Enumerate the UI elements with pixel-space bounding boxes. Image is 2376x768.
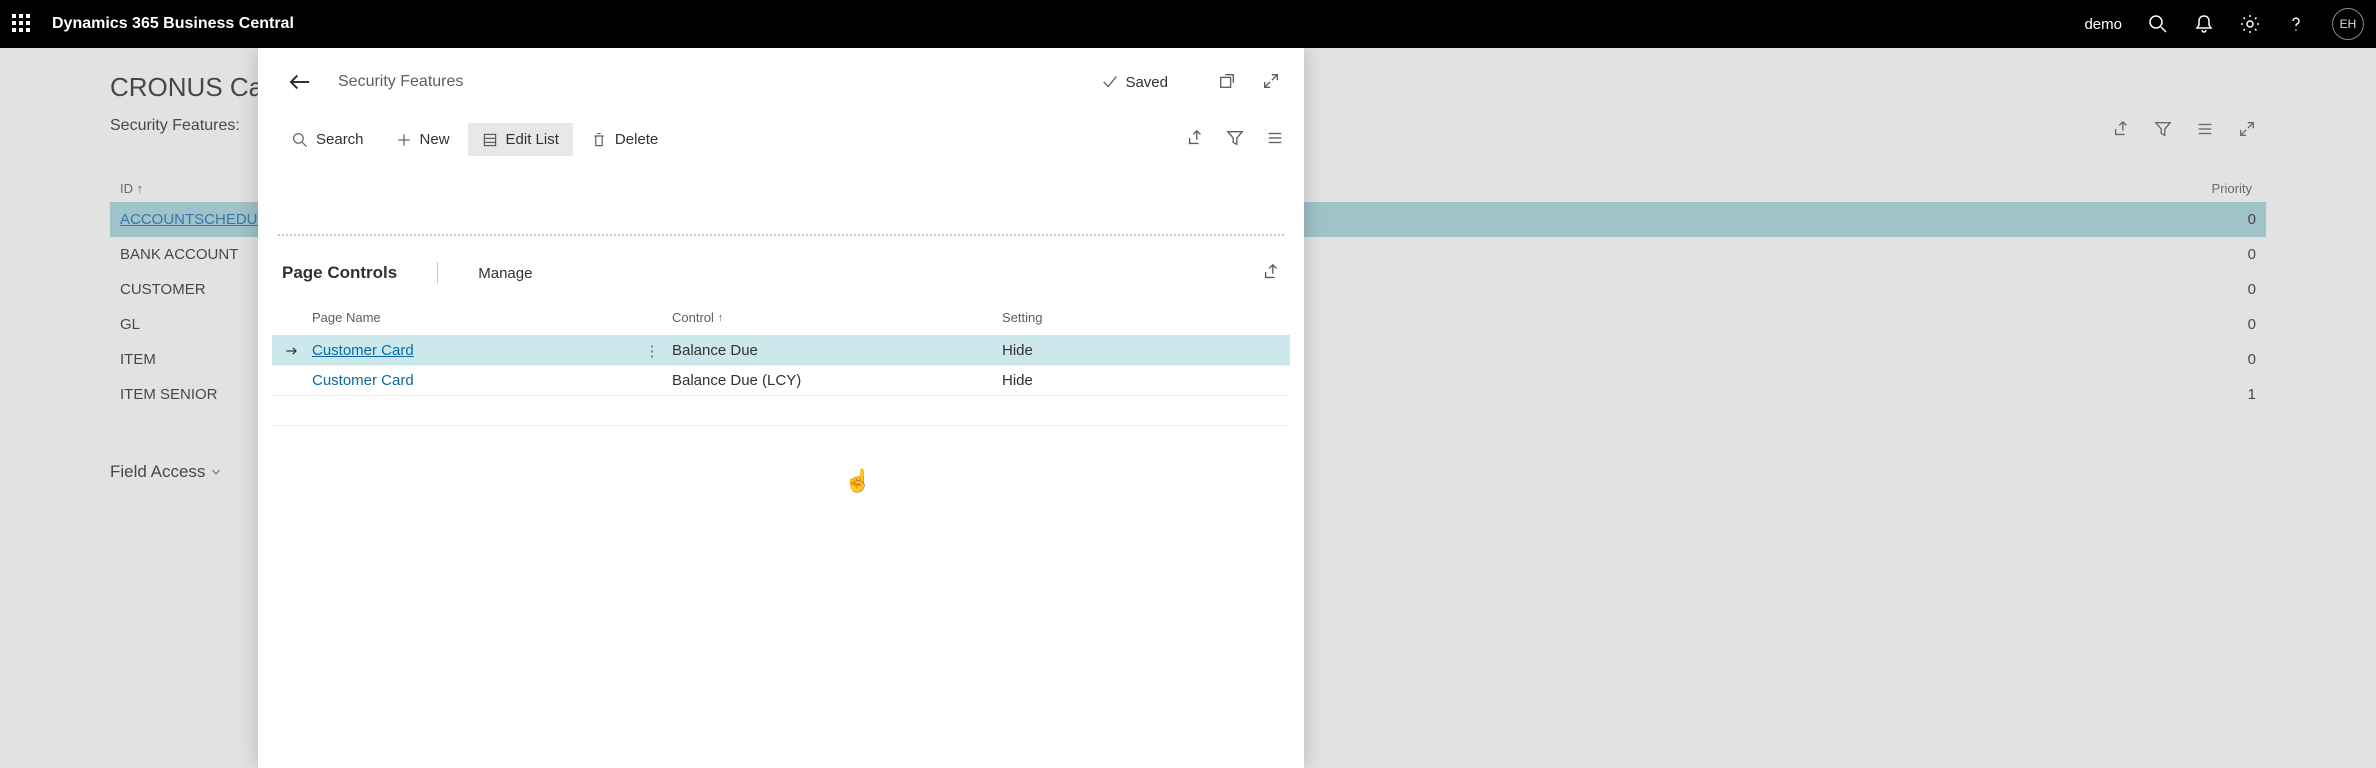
background-toolbar	[2112, 120, 2256, 141]
table-row[interactable]: Customer Card Balance Due (LCY) Hide	[272, 366, 1290, 396]
control-value: Balance Due (LCY)	[672, 372, 1002, 389]
notifications-icon[interactable]	[2194, 14, 2214, 34]
section-header: Page Controls Manage	[258, 262, 1304, 284]
page-name-link[interactable]: Customer Card	[312, 372, 632, 389]
open-new-window-icon[interactable]	[1218, 72, 1236, 93]
table-row[interactable]	[272, 396, 1290, 426]
maximize-icon[interactable]	[1262, 72, 1280, 93]
section-title: Page Controls	[282, 263, 397, 283]
share-icon[interactable]	[2112, 120, 2130, 141]
table-row[interactable]: Customer Card ⋮ Balance Due Hide	[272, 336, 1290, 366]
col-control[interactable]: Control ↑	[672, 310, 1002, 325]
edit-list-button[interactable]: Edit List	[468, 123, 573, 156]
delete-button[interactable]: Delete	[577, 123, 672, 156]
user-avatar[interactable]: EH	[2332, 8, 2364, 40]
panel-title: Security Features	[338, 73, 463, 91]
saved-status: Saved	[1101, 73, 1168, 91]
grid-header: Page Name Control ↑ Setting	[272, 306, 1290, 336]
page-controls-grid: Page Name Control ↑ Setting Customer Car…	[272, 306, 1290, 426]
col-id-header: ID ↑	[120, 181, 143, 196]
control-value: Balance Due	[672, 342, 1002, 359]
setting-value: Hide	[1002, 372, 1212, 389]
section-share-icon[interactable]	[1262, 263, 1280, 284]
share-icon[interactable]	[1186, 129, 1204, 150]
page-name-link[interactable]: Customer Card	[312, 342, 632, 359]
panel-toolbar: Search New Edit List Delete	[258, 116, 1304, 164]
back-button[interactable]	[282, 64, 318, 100]
settings-icon[interactable]	[2240, 14, 2260, 34]
detail-panel: Security Features Saved Search New Edit …	[258, 48, 1304, 768]
col-priority-header: Priority	[2212, 181, 2252, 196]
help-icon[interactable]	[2286, 14, 2306, 34]
manage-action[interactable]: Manage	[478, 265, 532, 282]
filter-icon[interactable]	[2154, 120, 2172, 141]
expand-icon[interactable]	[2238, 120, 2256, 141]
cursor-pointer-icon: ☝️	[844, 468, 871, 494]
app-launcher-icon[interactable]	[12, 14, 32, 34]
list-view-icon[interactable]	[1266, 129, 1284, 150]
row-selector-icon[interactable]	[272, 343, 312, 359]
search-icon[interactable]	[2148, 14, 2168, 34]
section-separator	[278, 234, 1284, 236]
list-icon[interactable]	[2196, 120, 2214, 141]
setting-value: Hide	[1002, 342, 1212, 359]
app-topbar: Dynamics 365 Business Central demo EH	[0, 0, 2376, 48]
search-button[interactable]: Search	[278, 123, 378, 156]
new-button[interactable]: New	[382, 123, 464, 156]
panel-body: Page Controls Manage Page Name Control ↑…	[258, 164, 1304, 768]
col-setting[interactable]: Setting	[1002, 310, 1212, 325]
app-brand: Dynamics 365 Business Central	[52, 15, 294, 33]
filter-icon[interactable]	[1226, 129, 1244, 150]
environment-label: demo	[2084, 16, 2122, 33]
row-menu-icon[interactable]: ⋮	[632, 342, 672, 360]
col-page-name[interactable]: Page Name	[312, 310, 632, 325]
panel-header: Security Features Saved	[258, 48, 1304, 116]
